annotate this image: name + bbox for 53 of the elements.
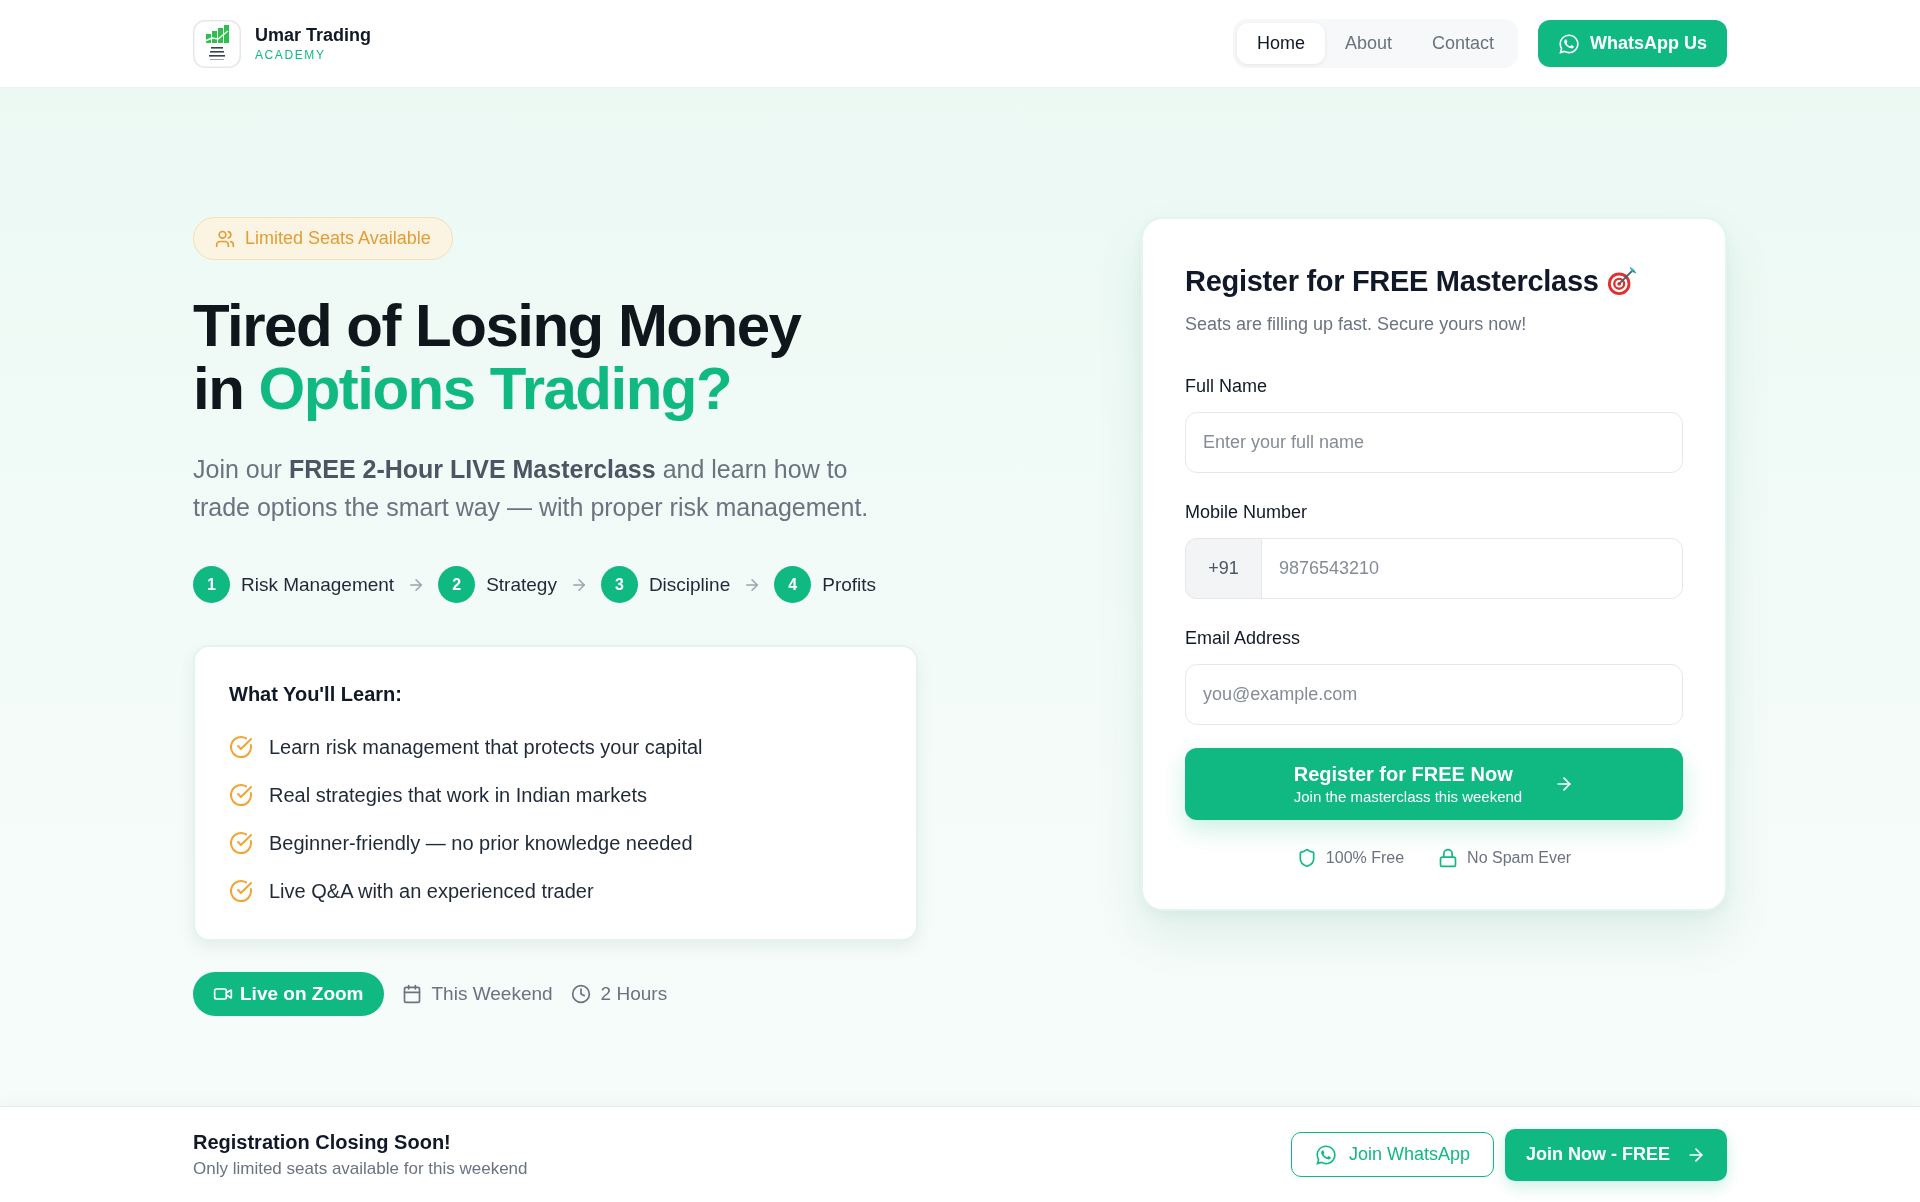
academy-logo: [193, 19, 241, 68]
learn-item-text: Learn risk management that protects your capital: [269, 735, 703, 760]
form-title: Register for FREE Masterclass: [1185, 264, 1599, 299]
nav-tab[interactable]: Home: [1236, 23, 1325, 64]
step-label: Risk Management: [241, 573, 395, 596]
step-number: 3: [600, 566, 638, 603]
schedule-label: This Weekend: [431, 983, 553, 1005]
form-subtitle: Seats are filling up fast. Secure yours now!: [1185, 313, 1528, 336]
step-number: 4: [774, 566, 812, 603]
sticky-bar-subtitle: Only limited seats available for this weekend: [193, 1158, 528, 1180]
join-whatsapp-button[interactable]: Join WhatsApp: [1290, 1132, 1494, 1177]
check-circle-icon: [229, 879, 253, 903]
step-number: 2: [438, 566, 476, 603]
register-button[interactable]: Register for FREE Now Join the masterclass this weekend: [1185, 748, 1683, 820]
learn-item-text: Live Q&A with an experienced trader: [269, 879, 594, 904]
join-now-button[interactable]: Join Now - FREE: [1505, 1128, 1727, 1181]
assurance-label: 100% Free: [1325, 848, 1405, 868]
whatsapp-icon: [1314, 1143, 1337, 1166]
country-code: +91: [1185, 538, 1261, 599]
nav-tab[interactable]: Contact: [1411, 23, 1514, 64]
field-label: Full Name: [1185, 375, 1269, 398]
platform-label: Live on Zoom: [240, 983, 364, 1005]
whatsapp-us-button[interactable]: WhatsApp Us: [1538, 20, 1727, 67]
check-circle-icon: [229, 735, 253, 759]
check-circle-icon: [229, 831, 253, 855]
assurance-label: No Spam Ever: [1467, 848, 1572, 868]
seats-badge-label: Limited Seats Available: [245, 228, 431, 249]
check-circle-icon: [229, 783, 253, 807]
full-name-input[interactable]: Enter your full name: [1185, 412, 1683, 473]
lock-icon: [1438, 848, 1459, 868]
nav-tab[interactable]: About: [1324, 23, 1412, 64]
users-icon: [215, 228, 235, 249]
brand-tagline: ACADEMY: [255, 48, 327, 62]
learn-item-text: Beginner-friendly — no prior knowledge needed: [269, 831, 693, 856]
clock-icon: [570, 984, 591, 1004]
sticky-bar-title: Registration Closing Soon!: [193, 1130, 452, 1155]
field-label: Email Address: [1185, 627, 1302, 650]
step-label: Profits: [822, 573, 877, 596]
whatsapp-icon: [1558, 32, 1580, 55]
hero-headline: Tired of Losing Money in Options Trading?: [193, 294, 801, 420]
step-label: Discipline: [648, 573, 731, 596]
learn-card-title: What You'll Learn:: [229, 682, 403, 707]
hero-intro: Join our FREE 2-Hour LIVE Masterclass and learn how to trade options the smart way — with proper risk management.: [193, 454, 870, 523]
calendar-icon: [401, 984, 422, 1004]
duration-label: 2 Hours: [600, 983, 668, 1005]
dartboard-icon: [1606, 266, 1637, 296]
brand-name: Umar Trading: [255, 25, 372, 45]
field-label: Mobile Number: [1185, 501, 1309, 524]
step-label: Strategy: [486, 573, 557, 596]
mobile-number-input[interactable]: 9876543210: [1261, 538, 1683, 599]
email-input[interactable]: you@example.com: [1185, 664, 1683, 725]
learn-item-text: Real strategies that work in Indian markets: [269, 783, 647, 808]
step-number: 1: [193, 566, 230, 603]
